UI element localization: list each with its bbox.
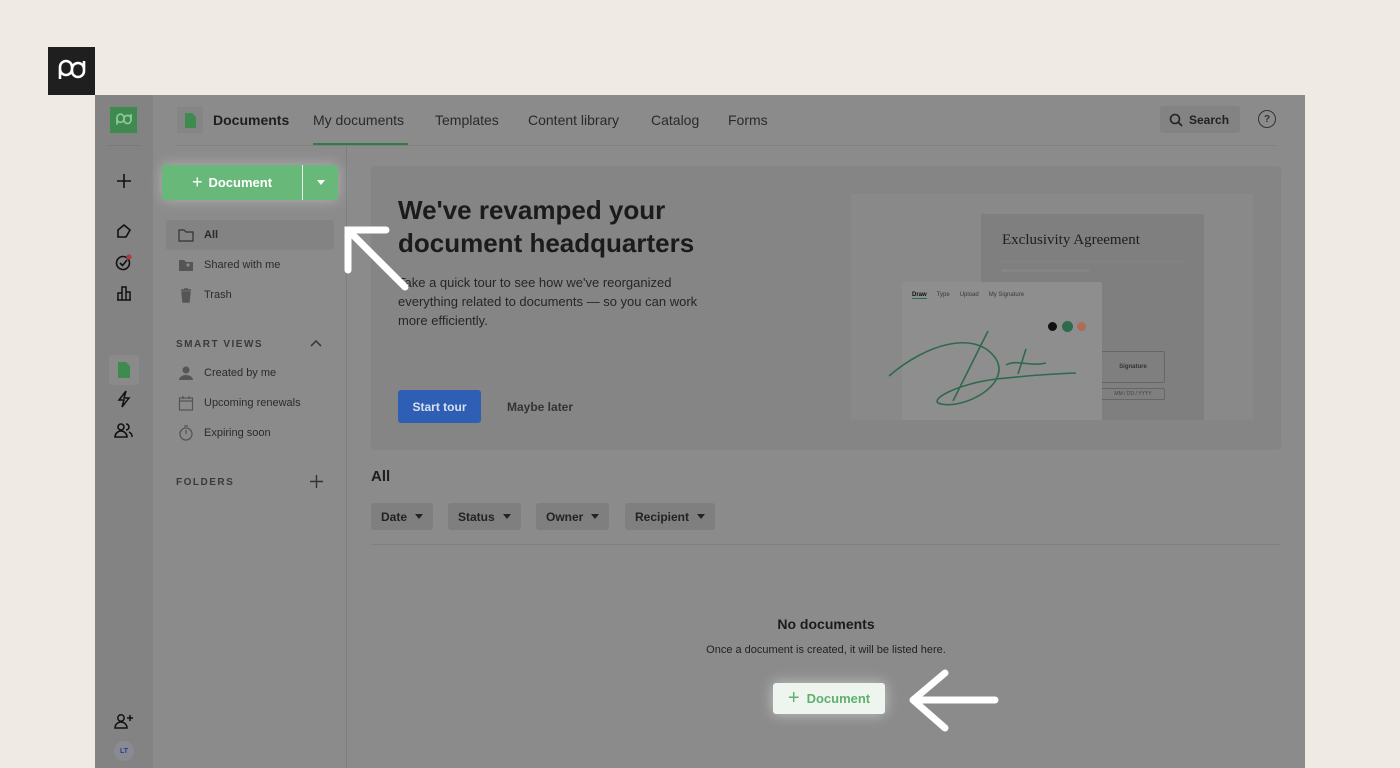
- sig-tab-my-signature: My Signature: [988, 292, 1025, 298]
- pandadoc-logo: [48, 47, 95, 95]
- search-label: Search: [1189, 112, 1230, 127]
- app-window: LT Documents My documents Templates Cont…: [95, 95, 1305, 768]
- sidebar-item-label: All: [204, 229, 219, 241]
- smart-view-created-by-me[interactable]: Created by me: [166, 358, 334, 388]
- sidebar-item-label: Expiring soon: [204, 427, 271, 439]
- filter-label: Status: [458, 509, 495, 524]
- calendar-icon: [178, 396, 194, 411]
- new-document-button[interactable]: + Document: [162, 172, 302, 193]
- chevron-up-icon[interactable]: [310, 339, 322, 347]
- tasks-check-icon[interactable]: [112, 250, 136, 274]
- empty-state-body: Once a document is created, it will be l…: [706, 644, 946, 656]
- avatar[interactable]: LT: [114, 741, 134, 761]
- pointer-arrow-icon: [344, 226, 409, 291]
- new-document-dropdown[interactable]: [303, 165, 338, 200]
- filter-owner[interactable]: Owner: [536, 503, 610, 530]
- caret-down-icon: [415, 514, 424, 519]
- sidebar-item-all[interactable]: All: [166, 220, 334, 250]
- filter-label: Date: [381, 509, 408, 524]
- shared-folder-icon: [179, 260, 193, 271]
- sig-tab-draw: Draw: [912, 292, 927, 299]
- signature-drawing: [888, 330, 1077, 406]
- sidebar-item-shared[interactable]: Shared with me: [166, 250, 334, 280]
- sidebar-item-label: Shared with me: [204, 259, 281, 271]
- filter-label: Owner: [546, 509, 584, 524]
- smart-views-heading: SMART VIEWS: [176, 339, 264, 350]
- smart-view-upcoming-renewals[interactable]: Upcoming renewals: [166, 388, 334, 418]
- home-icon[interactable]: [112, 219, 136, 243]
- caret-down-icon: [697, 514, 706, 519]
- top-header: Documents My documents Templates Content…: [153, 95, 1305, 146]
- plus-icon: +: [787, 687, 800, 709]
- sidebar-item-label: Created by me: [204, 367, 277, 379]
- stopwatch-icon: [179, 425, 193, 441]
- signature-field: Signature: [1101, 351, 1165, 383]
- tab-catalog[interactable]: Catalog: [651, 112, 699, 128]
- tab-my-documents[interactable]: My documents: [313, 112, 404, 128]
- filter-status[interactable]: Status: [448, 503, 521, 530]
- new-document-button-group: + Document: [162, 165, 338, 200]
- announcement-body: Take a quick tour to see how we've reorg…: [398, 275, 698, 328]
- maybe-later-button[interactable]: Maybe later: [507, 400, 573, 414]
- trash-icon: [181, 288, 191, 303]
- reports-chart-icon[interactable]: [112, 281, 136, 305]
- list-title: All: [371, 468, 391, 485]
- plus-icon[interactable]: [112, 169, 136, 193]
- tab-forms[interactable]: Forms: [728, 112, 768, 128]
- start-tour-button[interactable]: Start tour: [398, 390, 481, 423]
- contacts-icon[interactable]: [112, 418, 136, 442]
- caret-down-icon: [502, 514, 511, 519]
- sidebar-item-label: Upcoming renewals: [204, 397, 301, 409]
- agreement-title: Exclusivity Agreement: [1002, 232, 1140, 248]
- invite-user-icon[interactable]: [112, 709, 136, 733]
- tab-templates[interactable]: Templates: [435, 112, 499, 128]
- documents-icon[interactable]: [109, 355, 139, 385]
- filter-date[interactable]: Date: [371, 503, 434, 530]
- search-icon: [1169, 113, 1183, 127]
- documents-section-icon: [177, 107, 203, 133]
- new-document-label: Document: [208, 175, 273, 190]
- empty-state-new-document-button[interactable]: + Document: [773, 683, 885, 714]
- sig-tab-upload: Upload: [959, 292, 979, 298]
- add-folder-icon[interactable]: [310, 475, 323, 488]
- sig-tab-type: Type: [936, 292, 950, 298]
- folder-icon: [178, 229, 194, 242]
- app-logo-icon[interactable]: [110, 107, 137, 133]
- filter-label: Recipient: [635, 509, 690, 524]
- pointer-arrow-icon: [909, 669, 999, 732]
- caret-down-icon: [591, 514, 600, 519]
- empty-state-title: No documents: [777, 616, 875, 632]
- section-title: Documents: [213, 112, 290, 128]
- hero-illustration: Exclusivity Agreement Signature MM / DD …: [851, 194, 1253, 420]
- date-field: MM / DD / YYYY: [1101, 388, 1165, 400]
- person-icon: [179, 366, 193, 380]
- automation-bolt-icon[interactable]: [112, 387, 136, 411]
- tab-content-library[interactable]: Content library: [528, 112, 619, 128]
- sidebar-item-trash[interactable]: Trash: [166, 280, 334, 310]
- announcement-title: We've revamped your document headquarter…: [398, 195, 695, 258]
- filter-recipient[interactable]: Recipient: [625, 503, 716, 530]
- folders-heading: FOLDERS: [176, 477, 235, 488]
- search-button[interactable]: Search: [1160, 106, 1240, 133]
- left-rail: LT: [95, 95, 153, 768]
- button-label: Document: [806, 691, 871, 706]
- smart-view-expiring-soon[interactable]: Expiring soon: [166, 418, 334, 448]
- plus-icon: +: [191, 172, 203, 192]
- announcement-card: We've revamped your document headquarter…: [371, 166, 1281, 450]
- sidebar-item-label: Trash: [204, 289, 232, 301]
- help-icon[interactable]: ?: [1258, 110, 1276, 128]
- documents-sidebar: + Document All Shared with me Trash SMART…: [153, 146, 347, 768]
